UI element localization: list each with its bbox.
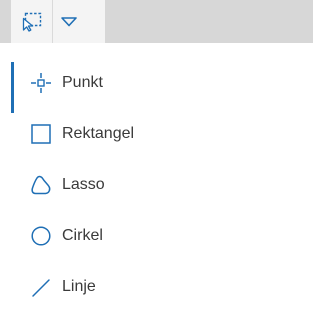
select-tool-button[interactable]	[11, 0, 53, 43]
menu-item-cirkel[interactable]: Cirkel	[11, 211, 313, 262]
select-by-rectangle-icon	[22, 12, 42, 32]
menu-item-label: Punkt	[62, 74, 103, 91]
tool-dropdown-button[interactable]	[53, 0, 105, 43]
selection-mode-menu: Punkt Rektangel Lasso Cirkel Linje	[11, 58, 313, 313]
menu-item-label: Lasso	[62, 176, 105, 193]
menu-item-label: Rektangel	[62, 125, 135, 142]
point-crosshair-icon	[30, 72, 52, 94]
lasso-icon	[30, 174, 52, 196]
selection-tool-panel: Punkt Rektangel Lasso Cirkel Linje	[0, 0, 313, 313]
rectangle-icon	[30, 123, 52, 145]
line-icon	[30, 276, 52, 298]
toolbar	[0, 0, 313, 43]
circle-icon	[30, 225, 52, 247]
menu-item-label: Cirkel	[62, 227, 103, 244]
menu-item-lasso[interactable]: Lasso	[11, 160, 313, 211]
chevron-down-icon	[61, 17, 77, 27]
menu-item-label: Linje	[62, 278, 96, 295]
menu-item-punkt[interactable]: Punkt	[11, 58, 313, 113]
menu-item-rektangel[interactable]: Rektangel	[11, 109, 313, 160]
menu-item-linje[interactable]: Linje	[11, 262, 313, 313]
